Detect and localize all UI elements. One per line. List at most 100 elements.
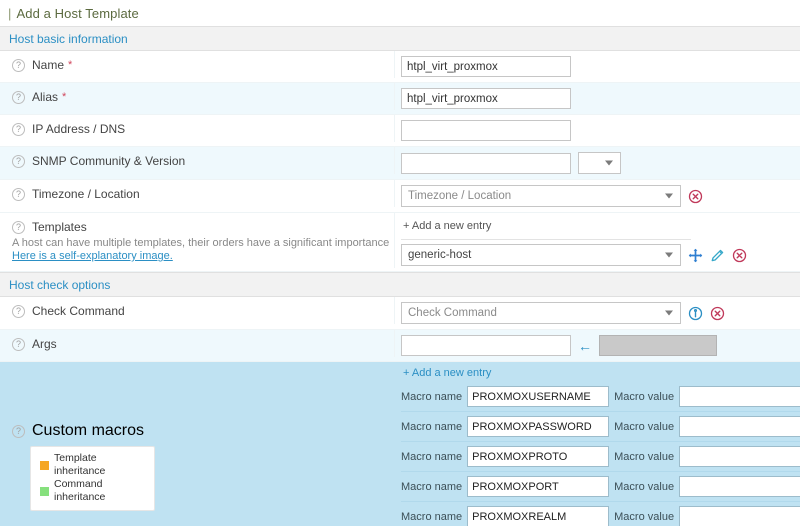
page-title: | Add a Host Template	[0, 0, 800, 26]
help-icon[interactable]: ?	[12, 59, 25, 72]
label-cell-name: ? Name *	[0, 51, 395, 78]
form-row-alias: ? Alias *	[0, 83, 800, 115]
custom-macros-label-cell: ? Custom macros Template inheritance Com…	[0, 362, 395, 526]
template-select[interactable]: generic-host	[401, 244, 681, 266]
form-row-check-command: ? Check Command Check Command	[0, 297, 800, 330]
label-check-command: Check Command	[32, 304, 125, 318]
form-row-ip-address-dns: ? IP Address / DNS	[0, 115, 800, 147]
label-alias: Alias	[32, 90, 58, 104]
label-cell-args: ? Args	[0, 330, 395, 357]
macros-add-entry-link[interactable]: + Add a new entry	[401, 365, 800, 382]
macro-name-label: Macro name	[401, 451, 462, 463]
host-template-form-page: | Add a Host Template Host basic informa…	[0, 0, 800, 526]
field-cell-snmp	[395, 147, 800, 179]
timezone-location-select[interactable]: Timezone / Location	[401, 185, 681, 207]
snmp-version-select[interactable]	[578, 152, 621, 174]
templates-help-link[interactable]: Here is a self-explanatory image.	[12, 250, 394, 262]
label-cell-snmp: ? SNMP Community & Version	[0, 147, 395, 174]
chevron-down-icon	[665, 194, 673, 199]
label-cell-check-command: ? Check Command	[0, 297, 395, 324]
macro-value-input[interactable]	[679, 506, 800, 526]
macro-name-input[interactable]	[467, 476, 609, 497]
label-cell-ip: ? IP Address / DNS	[0, 115, 395, 142]
snmp-community-input[interactable]	[401, 153, 571, 174]
required-marker: *	[68, 59, 72, 71]
form-row-name: ? Name *	[0, 51, 800, 83]
help-icon[interactable]: ?	[12, 123, 25, 136]
macro-value-input[interactable]	[679, 476, 800, 497]
help-icon[interactable]: ?	[12, 91, 25, 104]
form-row-args: ? Args ←	[0, 330, 800, 362]
legend-label-command: Command inheritance	[54, 478, 145, 504]
label-timezone-location: Timezone / Location	[32, 187, 140, 201]
section-title-check: Host check options	[9, 278, 110, 292]
macro-value-label: Macro value	[614, 481, 674, 493]
macro-name-label: Macro name	[401, 481, 462, 493]
delete-icon[interactable]	[710, 306, 725, 321]
ip-address-dns-input[interactable]	[401, 120, 571, 141]
help-icon[interactable]: ?	[12, 155, 25, 168]
help-icon[interactable]: ?	[12, 221, 25, 234]
arrow-left-icon[interactable]: ←	[578, 339, 592, 353]
macro-value-label: Macro value	[614, 391, 674, 403]
macro-name-label: Macro name	[401, 511, 462, 523]
timezone-location-value: Timezone / Location	[408, 190, 511, 202]
macro-name-input[interactable]	[467, 386, 609, 407]
macro-row: Macro name Macro value P	[401, 502, 800, 526]
help-icon[interactable]: ?	[12, 305, 25, 318]
field-cell-templates: + Add a new entry generic-host	[395, 213, 800, 271]
macro-value-input[interactable]	[679, 386, 800, 407]
template-inheritance-swatch-icon	[40, 461, 49, 470]
field-cell-ip	[395, 115, 800, 146]
macros-legend: Template inheritance Command inheritance	[30, 446, 155, 511]
macro-value-label: Macro value	[614, 451, 674, 463]
name-input[interactable]	[401, 56, 571, 77]
custom-macros-section: ? Custom macros Template inheritance Com…	[0, 362, 800, 526]
chevron-down-icon	[665, 311, 673, 316]
macro-name-label: Macro name	[401, 421, 462, 433]
alias-input[interactable]	[401, 88, 571, 109]
macro-row: Macro name Macro value P	[401, 442, 800, 472]
check-command-select[interactable]: Check Command	[401, 302, 681, 324]
templates-add-entry-link[interactable]: + Add a new entry	[401, 218, 800, 235]
help-icon[interactable]: ?	[12, 338, 25, 351]
label-templates: Templates	[32, 220, 87, 234]
help-icon[interactable]: ?	[12, 425, 25, 438]
field-cell-timezone: Timezone / Location	[395, 180, 800, 212]
field-cell-args: ←	[395, 330, 800, 361]
macro-row: Macro name Macro value P	[401, 412, 800, 442]
label-name: Name	[32, 58, 64, 72]
macro-value-input[interactable]	[679, 446, 800, 467]
info-icon[interactable]	[688, 306, 703, 321]
template-select-value: generic-host	[408, 249, 471, 261]
chevron-down-icon	[665, 253, 673, 258]
custom-macros-rows: + Add a new entry Macro name Macro value…	[395, 362, 800, 526]
macro-name-input[interactable]	[467, 446, 609, 467]
move-arrows-icon[interactable]	[688, 248, 703, 263]
args-readonly-box	[599, 335, 717, 356]
templates-note: A host can have multiple templates, thei…	[12, 237, 394, 249]
macro-name-input[interactable]	[467, 506, 609, 526]
args-input[interactable]	[401, 335, 571, 356]
title-bar-glyph: |	[8, 6, 11, 21]
delete-icon[interactable]	[688, 189, 703, 204]
form-row-snmp: ? SNMP Community & Version	[0, 147, 800, 180]
label-cell-alias: ? Alias *	[0, 83, 395, 110]
macro-row: Macro name Macro value P	[401, 472, 800, 502]
chevron-down-icon	[605, 161, 613, 166]
form-row-templates: ? Templates A host can have multiple tem…	[0, 213, 800, 272]
help-icon[interactable]: ?	[12, 188, 25, 201]
legend-label-template: Template inheritance	[54, 452, 145, 478]
label-snmp-community-version: SNMP Community & Version	[32, 154, 185, 168]
section-header-host-basic-information: Host basic information	[0, 26, 800, 51]
delete-icon[interactable]	[732, 248, 747, 263]
required-marker: *	[62, 91, 66, 103]
field-cell-alias	[395, 83, 800, 114]
macro-value-input[interactable]	[679, 416, 800, 437]
macro-name-label: Macro name	[401, 391, 462, 403]
label-cell-templates: ? Templates A host can have multiple tem…	[0, 213, 395, 268]
form-row-timezone-location: ? Timezone / Location Timezone / Locatio…	[0, 180, 800, 213]
macro-name-input[interactable]	[467, 416, 609, 437]
label-args: Args	[32, 337, 57, 351]
pencil-icon[interactable]	[710, 248, 725, 263]
